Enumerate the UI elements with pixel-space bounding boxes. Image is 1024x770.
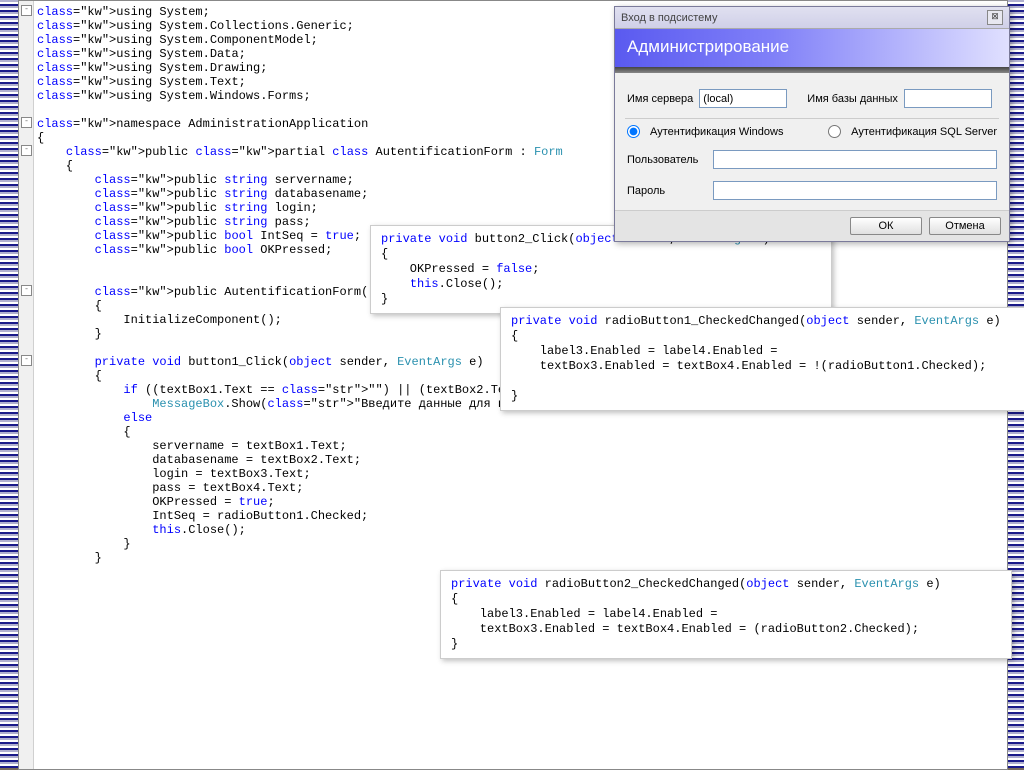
auth-windows-radio[interactable] bbox=[627, 125, 640, 138]
auth-windows-label: Аутентификация Windows bbox=[650, 126, 783, 138]
fold-icon[interactable]: - bbox=[21, 285, 32, 296]
fold-icon[interactable]: - bbox=[21, 117, 32, 128]
db-input[interactable] bbox=[904, 89, 992, 108]
dialog-footer: ОК Отмена bbox=[615, 210, 1009, 241]
auth-sql-label: Аутентификация SQL Server bbox=[851, 126, 997, 138]
fold-icon[interactable]: - bbox=[21, 5, 32, 16]
fold-icon[interactable]: - bbox=[21, 145, 32, 156]
ok-button[interactable]: ОК bbox=[850, 217, 922, 235]
dialog-header: Администрирование bbox=[615, 29, 1009, 67]
auth-sql-radio[interactable] bbox=[828, 125, 841, 138]
dialog-titlebar[interactable]: Вход в подсистему ⊠ bbox=[615, 7, 1009, 29]
login-dialog: Вход в подсистему ⊠ Администрирование Им… bbox=[614, 6, 1010, 242]
cancel-button[interactable]: Отмена bbox=[929, 217, 1001, 235]
password-input[interactable] bbox=[713, 181, 997, 200]
password-label: Пароль bbox=[627, 185, 707, 197]
gutter: - - - - - bbox=[19, 1, 34, 769]
user-label: Пользователь bbox=[627, 154, 707, 166]
snippet-radio2: private void radioButton2_CheckedChanged… bbox=[440, 570, 1012, 659]
border-left bbox=[0, 0, 18, 768]
db-label: Имя базы данных bbox=[807, 93, 898, 105]
fold-icon[interactable]: - bbox=[21, 355, 32, 366]
dialog-title: Вход в подсистему bbox=[621, 12, 717, 24]
user-input[interactable] bbox=[713, 150, 997, 169]
server-input[interactable] bbox=[699, 89, 787, 108]
close-icon[interactable]: ⊠ bbox=[987, 10, 1003, 25]
separator bbox=[615, 67, 1009, 73]
snippet-radio1: private void radioButton1_CheckedChanged… bbox=[500, 307, 1024, 411]
server-label: Имя сервера bbox=[627, 93, 693, 105]
